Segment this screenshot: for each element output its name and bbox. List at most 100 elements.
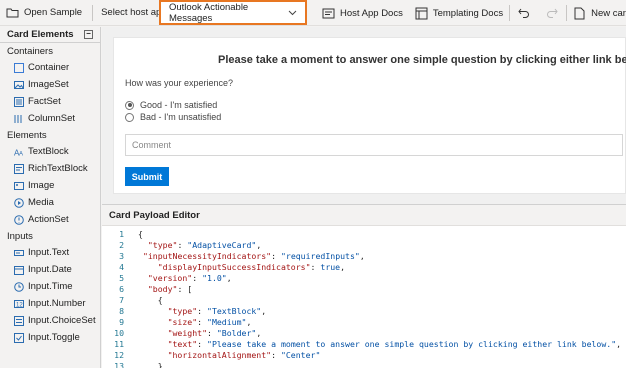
line-number: 13 bbox=[114, 361, 124, 368]
new-card-button[interactable]: New card bbox=[567, 0, 626, 26]
line-number: 6 bbox=[119, 284, 124, 294]
new-card-icon bbox=[573, 7, 586, 20]
option-label: Good - I'm satisfied bbox=[140, 100, 218, 110]
clock-icon bbox=[14, 281, 24, 292]
code-line: 8 "type": "TextBlock", bbox=[102, 306, 266, 317]
sidebar-item-container[interactable]: Container bbox=[0, 59, 100, 76]
sidebar-item-input-date[interactable]: Input.Date bbox=[0, 261, 100, 278]
image-icon bbox=[14, 181, 24, 191]
question-label: How was your experience? bbox=[125, 78, 234, 88]
host-app-value: Outlook Actionable Messages bbox=[169, 1, 249, 24]
comment-input[interactable]: Comment bbox=[125, 134, 623, 156]
docs-icon bbox=[322, 7, 335, 20]
svg-text:A: A bbox=[19, 151, 23, 157]
submit-button[interactable]: Submit bbox=[125, 167, 169, 186]
code-line: 6 "body": [ bbox=[102, 284, 192, 295]
code-text: "horizontalAlignment": "Center" bbox=[167, 350, 321, 360]
code-line: 12 "horizontalAlignment": "Center" bbox=[102, 350, 320, 361]
code-text: "inputNecessityIndicators": "requiredInp… bbox=[142, 251, 365, 261]
option-bad[interactable]: Bad - I'm unsatisfied bbox=[125, 112, 221, 122]
container-icon bbox=[14, 62, 24, 73]
sidebar-item-input-text[interactable]: Input.Text bbox=[0, 244, 100, 261]
group-containers: Containers bbox=[7, 45, 53, 57]
sidebar-item-image[interactable]: Image bbox=[0, 177, 100, 194]
code-line: 10 "weight": "Bolder", bbox=[102, 328, 261, 339]
code-text: { bbox=[138, 229, 143, 239]
sidebar-item-input-toggle[interactable]: Input.Toggle bbox=[0, 329, 100, 346]
richtext-icon bbox=[14, 163, 24, 174]
code-text: "displayInputSuccessIndicators": true, bbox=[157, 262, 346, 272]
sidebar-item-media[interactable]: Media bbox=[0, 194, 100, 211]
sidebar-item-label: Input.Number bbox=[28, 298, 86, 309]
group-elements: Elements bbox=[7, 129, 47, 141]
code-line: 9 "size": "Medium", bbox=[102, 317, 251, 328]
redo-button[interactable] bbox=[538, 0, 566, 26]
sidebar-item-input-time[interactable]: Input.Time bbox=[0, 278, 100, 295]
textblock-icon: AA bbox=[14, 147, 24, 157]
code-text: "text": "Please take a moment to answer … bbox=[167, 339, 622, 349]
radio-selected-icon[interactable] bbox=[125, 100, 134, 110]
sidebar-item-input-choiceset[interactable]: Input.ChoiceSet bbox=[0, 312, 100, 329]
calendar-icon bbox=[14, 265, 24, 275]
json-code-editor[interactable]: 1{2 "type": "AdaptiveCard", 3 "inputNeces… bbox=[102, 226, 626, 368]
sidebar-item-label: RichTextBlock bbox=[28, 163, 88, 174]
code-text: "body": [ bbox=[147, 284, 193, 294]
sidebar-item-richtextblock[interactable]: RichTextBlock bbox=[0, 160, 100, 177]
option-label: Bad - I'm unsatisfied bbox=[140, 112, 222, 122]
sidebar-item-actionset[interactable]: ActionSet bbox=[0, 211, 100, 228]
code-line: 13 } bbox=[102, 361, 163, 368]
open-sample-label: Open Sample bbox=[24, 7, 83, 18]
code-text: } bbox=[138, 361, 163, 368]
host-app-docs-label: Host App Docs bbox=[340, 7, 403, 19]
sidebar-item-label: Input.Date bbox=[28, 264, 72, 275]
sidebar-item-factset[interactable]: FactSet bbox=[0, 93, 100, 110]
line-number: 4 bbox=[119, 262, 124, 272]
payload-editor-title: Card Payload Editor bbox=[102, 204, 626, 226]
line-number: 8 bbox=[119, 306, 124, 316]
host-app-docs-button[interactable]: Host App Docs bbox=[316, 0, 409, 26]
host-app-dropdown[interactable]: Outlook Actionable Messages bbox=[159, 0, 307, 25]
sidebar-item-label: Image bbox=[28, 180, 55, 191]
columnset-icon bbox=[14, 114, 24, 124]
undo-button[interactable] bbox=[510, 0, 538, 26]
open-sample-button[interactable]: Open Sample bbox=[0, 0, 88, 26]
line-number: 12 bbox=[114, 350, 124, 360]
code-line: 5 "version": "1.0", bbox=[102, 273, 232, 284]
sidebar-item-input-number[interactable]: 12 Input.Number bbox=[0, 295, 100, 312]
code-text: "version": "1.0", bbox=[147, 273, 232, 283]
code-text: "type": "AdaptiveCard", bbox=[147, 240, 262, 250]
code-text: "type": "TextBlock", bbox=[167, 306, 267, 316]
sidebar-item-label: Input.Text bbox=[28, 247, 70, 258]
factset-icon bbox=[14, 96, 24, 107]
sidebar-item-label: Input.Toggle bbox=[28, 332, 80, 343]
sidebar-item-label: Input.ChoiceSet bbox=[28, 315, 96, 326]
code-line: 11 "text": "Please take a moment to answ… bbox=[102, 339, 621, 350]
radio-unselected-icon[interactable] bbox=[125, 112, 134, 122]
group-inputs: Inputs bbox=[7, 230, 33, 242]
card-title: Please take a moment to answer one simpl… bbox=[218, 54, 626, 66]
choiceset-icon bbox=[14, 315, 24, 326]
card-elements-sidebar: Card Elements − Containers Container Ima… bbox=[0, 27, 101, 368]
sidebar-item-label: ImageSet bbox=[28, 79, 69, 90]
undo-icon bbox=[518, 8, 530, 18]
sidebar-item-textblock[interactable]: AA TextBlock bbox=[0, 143, 100, 160]
adaptive-card-preview: Please take a moment to answer one simpl… bbox=[113, 37, 626, 194]
sidebar-item-imageset[interactable]: ImageSet bbox=[0, 76, 100, 93]
redo-icon bbox=[547, 8, 558, 18]
line-number: 5 bbox=[119, 273, 124, 283]
code-text: "weight": "Bolder", bbox=[167, 328, 262, 338]
line-number: 2 bbox=[119, 240, 124, 250]
media-play-icon bbox=[14, 197, 24, 208]
folder-icon bbox=[6, 6, 19, 19]
templating-docs-button[interactable]: Templating Docs bbox=[409, 0, 509, 26]
code-line: 2 "type": "AdaptiveCard", bbox=[102, 240, 261, 251]
templating-docs-label: Templating Docs bbox=[432, 7, 504, 19]
code-line: 3 "inputNecessityIndicators": "requiredI… bbox=[102, 251, 365, 262]
sidebar-item-columnset[interactable]: ColumnSet bbox=[0, 110, 100, 127]
sidebar-item-label: Container bbox=[28, 62, 70, 73]
collapse-icon[interactable]: − bbox=[84, 30, 93, 39]
sidebar-item-label: ActionSet bbox=[28, 214, 69, 225]
imageset-icon bbox=[14, 80, 24, 90]
line-number: 11 bbox=[114, 339, 124, 349]
option-good[interactable]: Good - I'm satisfied bbox=[125, 100, 217, 110]
